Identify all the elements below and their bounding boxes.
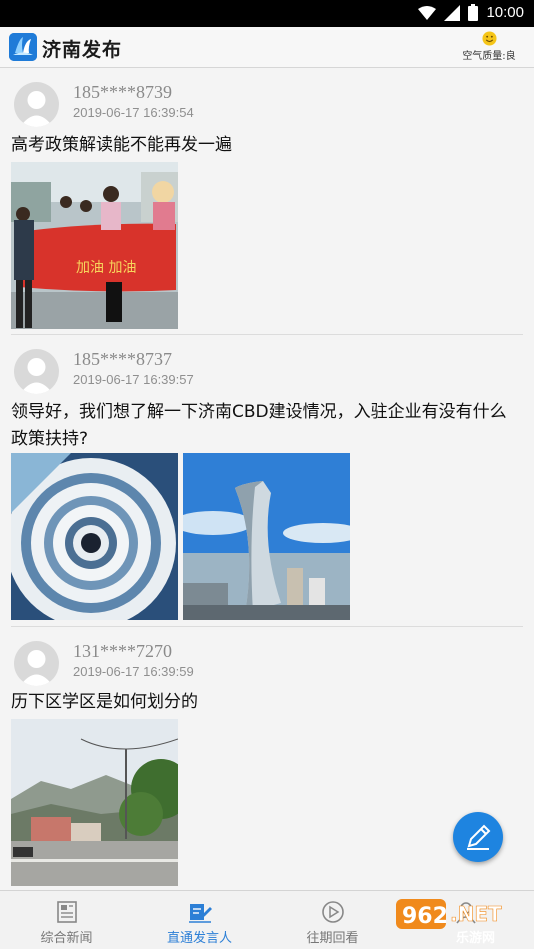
app-logo [9, 33, 37, 61]
app-header: 济南发布 空气质量:良 [0, 27, 534, 68]
svg-text:.NET: .NET [450, 902, 502, 926]
post-photo[interactable]: 加油 加油 [11, 162, 178, 329]
newspaper-icon [56, 901, 77, 923]
post-item[interactable]: 185****8739 2019-06-17 16:39:54 高考政策解读能不… [11, 68, 523, 335]
edit-speaker-icon [188, 904, 212, 923]
post-item[interactable]: 131****7270 2019-06-17 16:39:59 历下区学区是如何… [11, 627, 523, 890]
tab-label: 直通发言人 [166, 931, 232, 946]
post-timestamp: 2019-06-17 16:39:59 [73, 664, 194, 679]
cellular-signal-icon [444, 4, 461, 21]
smiley-icon [481, 31, 497, 46]
post-item[interactable]: 185****8737 2019-06-17 16:39:57 领导好，我们想了… [11, 335, 523, 627]
avatar[interactable] [14, 641, 59, 686]
watermark-text: 乐游网 [456, 931, 496, 946]
tab-replay[interactable]: 往期回看 [266, 891, 399, 949]
post-feed[interactable]: 185****8739 2019-06-17 16:39:54 高考政策解读能不… [0, 68, 534, 890]
post-timestamp: 2019-06-17 16:39:57 [73, 372, 194, 387]
tab-news[interactable]: 综合新闻 [0, 891, 133, 949]
avatar[interactable] [14, 349, 59, 394]
post-username: 131****7270 [73, 641, 172, 661]
battery-icon [468, 4, 479, 21]
post-timestamp: 2019-06-17 16:39:54 [73, 105, 194, 120]
tab-label: 往期回看 [306, 931, 359, 946]
post-text: 高考政策解读能不能再发一遍 [11, 135, 232, 155]
compose-button[interactable] [453, 812, 503, 862]
pencil-icon [467, 824, 491, 850]
status-bar: 10:00 [0, 0, 534, 27]
tab-label: 综合新闻 [40, 931, 93, 946]
post-photo[interactable] [183, 453, 350, 620]
post-photo[interactable] [11, 453, 178, 620]
avatar[interactable] [14, 82, 59, 127]
post-text: 领导好，我们想了解一下济南CBD建设情况，入驻企业有没有什么政策扶持? [11, 402, 507, 449]
post-username: 185****8739 [73, 82, 172, 102]
post-text: 历下区学区是如何划分的 [11, 692, 198, 712]
air-quality-label: 空气质量:良 [462, 51, 516, 62]
post-photo[interactable] [11, 719, 178, 886]
banner-slogan: 加油 加油 [76, 260, 136, 276]
post-username: 185****8737 [73, 349, 172, 369]
wifi-icon [418, 5, 437, 20]
status-time: 10:00 [486, 4, 524, 21]
tab-spokesperson[interactable]: 直通发言人 [133, 891, 266, 949]
air-quality-button[interactable]: 空气质量:良 [454, 31, 524, 62]
app-title: 济南发布 [42, 39, 123, 61]
svg-text:962: 962 [402, 904, 448, 929]
play-circle-icon [321, 901, 344, 923]
